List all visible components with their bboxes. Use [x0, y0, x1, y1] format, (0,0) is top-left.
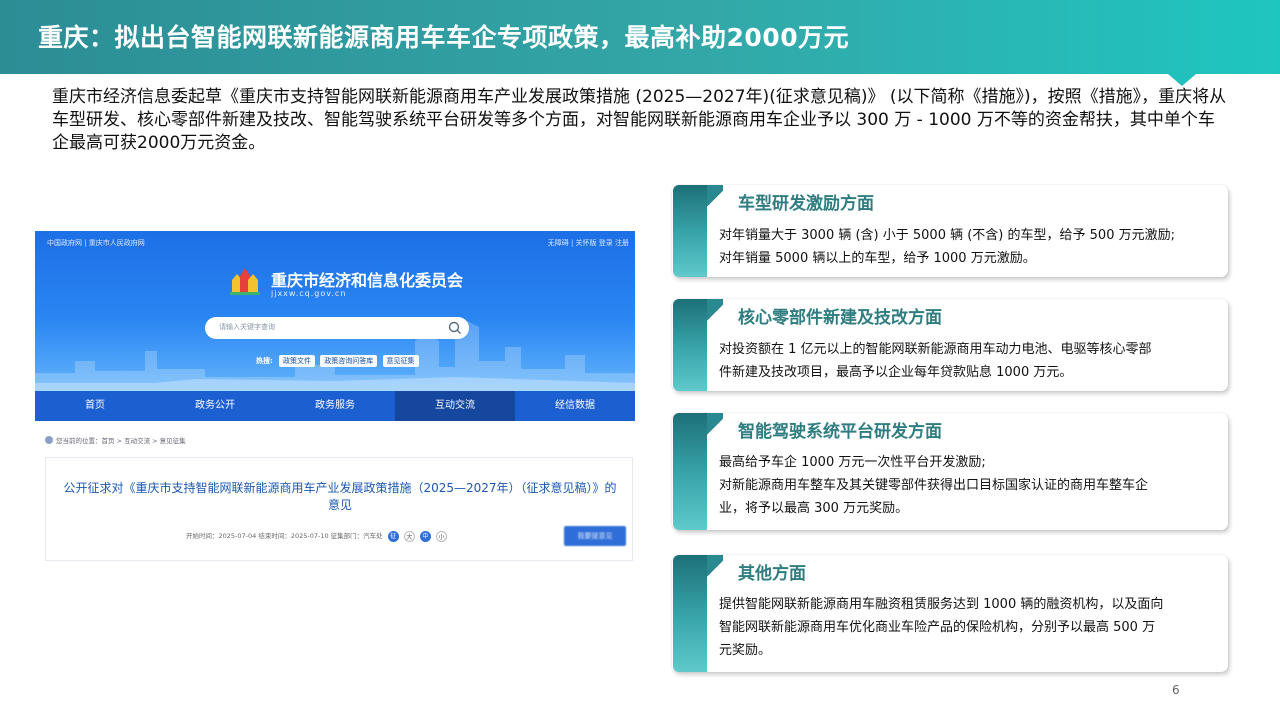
section-title: 车型研发激励方面: [738, 194, 874, 214]
section-line: 智能网联新能源商用车优化商业车险产品的保险机构，分别予以最高 500 万: [719, 620, 1156, 635]
section-tab: [673, 413, 707, 530]
top-right-links[interactable]: 无障碍 | 关怀版 登录 注册: [548, 238, 629, 248]
section-body: 提供智能网联新能源商用车融资租赁服务达到 1000 辆的融资机构，以及面向 智能…: [719, 593, 1221, 662]
hot-search-row: 热搜: 政策文件 政策咨询问答库 意见征集: [256, 355, 422, 369]
font-medium-toggle[interactable]: 中: [419, 530, 431, 542]
header-bar: 重庆：拟出台智能网联新能源商用车车企专项政策，最高补助2000万元: [0, 0, 1280, 74]
section-line: 对年销量 5000 辆以上的车型，给予 1000 万元激励。: [719, 251, 1036, 266]
section-body: 最高给予车企 1000 万元一次性平台开发激励; 对新能源商用车整车及其关键零部…: [719, 451, 1221, 520]
nav-home[interactable]: 首页: [35, 391, 155, 421]
section-other: 其他方面 提供智能网联新能源商用车融资租赁服务达到 1000 辆的融资机构，以及…: [672, 555, 1228, 672]
section-line: 业，将予以最高 300 万元奖励。: [719, 501, 909, 516]
header-notch: [1168, 74, 1196, 86]
site-search-box[interactable]: 请输入关键字查询: [205, 317, 469, 339]
notice-title[interactable]: 公开征求对《重庆市支持智能网联新能源商用车产业发展政策措施（2025—2027年…: [60, 480, 620, 514]
notice-meta: 开始时间：2025-07-04 结束时间：2025-07-10 征集部门：汽车处…: [186, 530, 447, 542]
section-line: 件新建及技改项目，最高予以企业每年贷款贴息 1000 万元。: [719, 365, 1073, 380]
section-tab: [673, 555, 707, 672]
site-navbar: 首页 政务公开 政务服务 互动交流 经信数据: [35, 391, 635, 421]
section-notch: [707, 555, 723, 583]
gov-links[interactable]: 中国政府网 | 重庆市人民政府网: [47, 238, 145, 248]
nav-data[interactable]: 经信数据: [515, 391, 635, 421]
search-icon[interactable]: [447, 320, 463, 336]
section-notch: [707, 185, 723, 213]
section-notch: [707, 299, 723, 327]
site-banner: 中国政府网 | 重庆市人民政府网 无障碍 | 关怀版 登录 注册 重庆市经济和信…: [35, 231, 635, 391]
section-line: 对新能源商用车整车及其关键零部件获得出口目标国家认证的商用车整车企: [719, 478, 1149, 493]
font-small-toggle[interactable]: 小: [436, 530, 447, 542]
nav-interaction[interactable]: 互动交流: [395, 391, 515, 421]
hot-search-label: 热搜:: [256, 357, 273, 365]
hot-tag[interactable]: 意见征集: [382, 355, 419, 367]
breadcrumb: 您当前的位置：首页 > 互动交流 > 意见征集: [45, 435, 186, 445]
slide: 重庆：拟出台智能网联新能源商用车车企专项政策，最高补助2000万元 重庆市经济信…: [0, 0, 1280, 720]
nav-services[interactable]: 政务服务: [275, 391, 395, 421]
feedback-button[interactable]: 我要提意见: [564, 526, 626, 546]
site-url: jjxxw.cq.gov.cn: [271, 289, 347, 298]
section-autonomous-platform: 智能驾驶系统平台研发方面 最高给予车企 1000 万元一次性平台开发激励; 对新…: [672, 413, 1228, 530]
page-number: 6: [1172, 683, 1180, 697]
notice-card: 公开征求对《重庆市支持智能网联新能源商用车产业发展政策措施（2025—2027年…: [45, 457, 633, 561]
section-body: 对投资额在 1 亿元以上的智能网联新能源商用车动力电池、电驱等核心零部 件新建及…: [719, 338, 1221, 384]
font-large-toggle[interactable]: 大: [403, 530, 415, 542]
section-line: 提供智能网联新能源商用车融资租赁服务达到 1000 辆的融资机构，以及面向: [719, 597, 1164, 612]
site-title: 重庆市经济和信息化委员会: [271, 271, 464, 290]
section-title: 核心零部件新建及技改方面: [738, 308, 942, 328]
site-logo-icon: [230, 268, 260, 295]
section-notch: [707, 413, 723, 441]
section-line: 对投资额在 1 亿元以上的智能网联新能源商用车动力电池、电驱等核心零部: [719, 342, 1152, 357]
search-placeholder: 请输入关键字查询: [219, 323, 275, 331]
breadcrumb-text: 您当前的位置：首页 > 互动交流 > 意见征集: [56, 437, 186, 445]
section-line: 元奖励。: [719, 643, 772, 658]
section-line: 最高给予车企 1000 万元一次性平台开发激励;: [719, 455, 986, 470]
section-line: 对年销量大于 3000 辆 (含) 小于 5000 辆 (不含) 的车型，给予 …: [719, 228, 1175, 243]
hot-tag[interactable]: 政策咨询问答库: [320, 355, 378, 367]
website-screenshot: 中国政府网 | 重庆市人民政府网 无障碍 | 关怀版 登录 注册 重庆市经济和信…: [35, 231, 635, 563]
section-tab: [673, 185, 707, 277]
nav-gov-affairs[interactable]: 政务公开: [155, 391, 275, 421]
section-core-parts: 核心零部件新建及技改方面 对投资额在 1 亿元以上的智能网联新能源商用车动力电池…: [672, 299, 1228, 391]
intro-paragraph: 重庆市经济信息委起草《重庆市支持智能网联新能源商用车产业发展政策措施 (2025…: [52, 87, 1227, 153]
hot-tag[interactable]: 政策文件: [279, 355, 316, 367]
badge-zheng: 征: [387, 530, 399, 542]
location-icon: [45, 436, 53, 444]
section-model-rd: 车型研发激励方面 对年销量大于 3000 辆 (含) 小于 5000 辆 (不含…: [672, 185, 1228, 277]
section-title: 其他方面: [738, 564, 806, 584]
section-title: 智能驾驶系统平台研发方面: [738, 422, 942, 442]
notice-dates: 开始时间：2025-07-04 结束时间：2025-07-10 征集部门：汽车处: [186, 532, 383, 540]
section-body: 对年销量大于 3000 辆 (含) 小于 5000 辆 (不含) 的车型，给予 …: [719, 224, 1221, 270]
slide-title: 重庆：拟出台智能网联新能源商用车车企专项政策，最高补助2000万元: [38, 23, 850, 52]
section-tab: [673, 299, 707, 391]
